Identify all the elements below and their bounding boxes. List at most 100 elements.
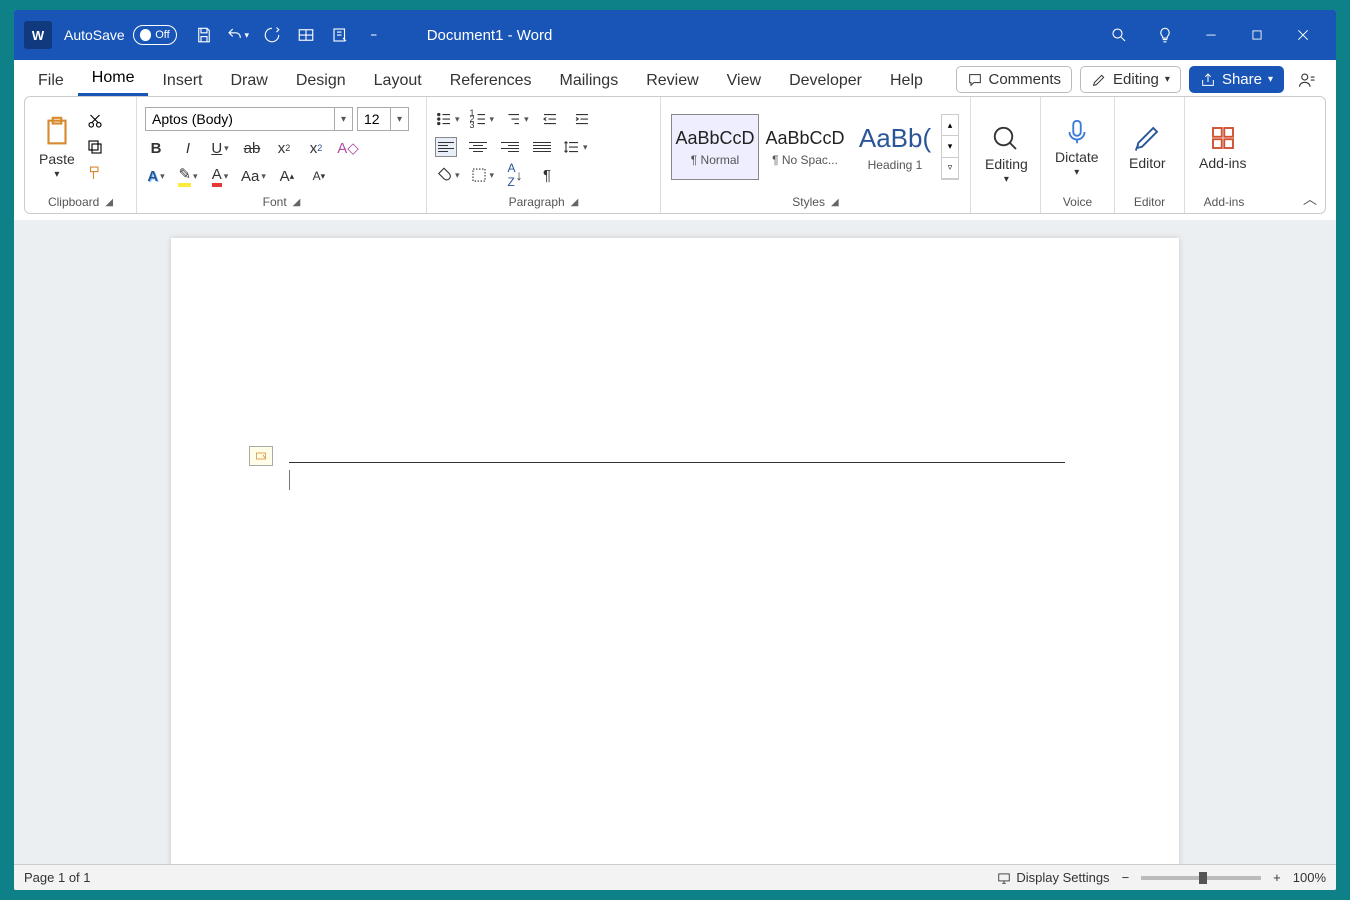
zoom-slider[interactable] [1141, 876, 1261, 880]
bold-button[interactable]: B [145, 137, 167, 159]
styles-up-icon[interactable]: ▴ [942, 115, 958, 136]
display-settings-button[interactable]: Display Settings [996, 870, 1109, 885]
autosave-control[interactable]: AutoSave Off [64, 25, 177, 45]
zoom-slider-knob[interactable] [1199, 872, 1207, 884]
tab-review[interactable]: Review [632, 66, 712, 96]
styles-launcher-icon[interactable]: ◢ [831, 197, 839, 208]
styles-gallery-scroller[interactable]: ▴▾▿ [941, 114, 959, 180]
tab-home[interactable]: Home [78, 63, 149, 96]
multilevel-list-button[interactable]: ▾ [504, 108, 529, 130]
align-left-button[interactable] [435, 136, 457, 158]
collapse-ribbon-button[interactable]: ︿ [1303, 189, 1317, 209]
tab-draw[interactable]: Draw [216, 66, 281, 96]
undo-button[interactable]: ▾ [225, 22, 251, 48]
font-launcher-icon[interactable]: ◢ [293, 197, 301, 208]
maximize-button[interactable] [1234, 10, 1280, 60]
font-name-dropdown[interactable]: ▾ [335, 107, 353, 131]
cut-button[interactable] [85, 111, 105, 131]
search-button[interactable] [1096, 10, 1142, 60]
tab-mailings[interactable]: Mailings [546, 66, 633, 96]
tab-help[interactable]: Help [876, 66, 937, 96]
clear-formatting-button[interactable]: A◇ [337, 137, 359, 159]
tab-view[interactable]: View [713, 66, 775, 96]
copy-button[interactable] [85, 137, 105, 157]
styles-more-icon[interactable]: ▿ [942, 158, 958, 179]
tab-layout[interactable]: Layout [360, 66, 436, 96]
editor-group-label: Editor [1134, 195, 1165, 209]
page-indicator[interactable]: Page 1 of 1 [24, 870, 91, 885]
minimize-button[interactable] [1188, 10, 1234, 60]
strikethrough-button[interactable]: ab [241, 137, 263, 159]
borders-button[interactable]: ▾ [470, 164, 495, 186]
style-no-spacing[interactable]: AaBbCcD¶ No Spac... [761, 114, 849, 180]
paragraph-launcher-icon[interactable]: ◢ [571, 197, 579, 208]
paste-button[interactable]: Paste ▾ [31, 111, 83, 184]
justify-button[interactable] [531, 136, 553, 158]
customize-qat-button[interactable]: ⎯ [361, 22, 387, 48]
close-button[interactable] [1280, 10, 1326, 60]
line-spacing-button[interactable]: ▾ [563, 136, 588, 158]
shrink-font-button[interactable]: A▾ [308, 165, 330, 187]
decrease-indent-button[interactable] [539, 108, 561, 130]
increase-indent-button[interactable] [571, 108, 593, 130]
underline-button[interactable]: U▾ [209, 137, 231, 159]
format-painter-button[interactable] [85, 163, 105, 183]
editing-button[interactable]: Editing▾ [977, 120, 1036, 189]
font-size-input[interactable] [357, 107, 391, 131]
table-view-button[interactable] [293, 22, 319, 48]
autosave-toggle[interactable]: Off [133, 25, 177, 45]
zoom-level[interactable]: 100% [1293, 870, 1326, 885]
dictate-label: Dictate [1055, 149, 1099, 165]
sort-button[interactable]: AZ↓ [504, 164, 526, 186]
tab-references[interactable]: References [436, 66, 546, 96]
style-normal[interactable]: AaBbCcD¶ Normal [671, 114, 759, 180]
app-window: W AutoSave Off ▾ ⎯ Document1 - Word File… [14, 10, 1336, 890]
text-effects-button[interactable]: A▾ [145, 165, 167, 187]
help-lightbulb-icon[interactable] [1142, 10, 1188, 60]
subscript-button[interactable]: x2 [273, 137, 295, 159]
comments-button[interactable]: Comments [956, 66, 1073, 93]
bullets-button[interactable]: ▾ [435, 108, 460, 130]
highlight-button[interactable]: ✎▾ [177, 165, 199, 187]
clipboard-launcher-icon[interactable]: ◢ [105, 197, 113, 208]
tab-insert[interactable]: Insert [148, 66, 216, 96]
share-button[interactable]: Share▾ [1189, 66, 1284, 93]
align-center-button[interactable] [467, 136, 489, 158]
redo-button[interactable] [259, 22, 285, 48]
italic-button[interactable]: I [177, 137, 199, 159]
editing-mode-button[interactable]: Editing▾ [1080, 66, 1181, 93]
grow-font-button[interactable]: A▴ [276, 165, 298, 187]
document-canvas[interactable] [14, 220, 1336, 864]
page[interactable] [171, 238, 1179, 864]
autosave-label: AutoSave [64, 27, 125, 43]
change-case-button[interactable]: Aa▾ [241, 165, 266, 187]
show-marks-button[interactable]: ¶ [536, 164, 558, 186]
zoom-out-button[interactable]: − [1122, 870, 1130, 885]
style-heading1[interactable]: AaBb(Heading 1 [851, 114, 939, 180]
dictate-button[interactable]: Dictate▾ [1047, 113, 1107, 182]
clipboard-group-label: Clipboard [48, 195, 99, 209]
update-button[interactable] [327, 22, 353, 48]
align-right-button[interactable] [499, 136, 521, 158]
numbering-button[interactable]: 123▾ [470, 108, 495, 130]
autosave-state: Off [155, 29, 169, 41]
editor-button[interactable]: Editor [1121, 119, 1174, 175]
addins-button[interactable]: Add-ins [1191, 119, 1254, 175]
font-color-button[interactable]: A▾ [209, 165, 231, 187]
account-button[interactable] [1292, 67, 1322, 93]
tab-design[interactable]: Design [282, 66, 360, 96]
zoom-in-button[interactable]: + [1273, 870, 1281, 885]
ribbon: Paste ▾ Clipboard ◢ ▾ ▾ B I [24, 96, 1326, 214]
save-button[interactable] [191, 22, 217, 48]
font-size-dropdown[interactable]: ▾ [391, 107, 409, 131]
tab-developer[interactable]: Developer [775, 66, 876, 96]
font-name-input[interactable] [145, 107, 335, 131]
horizontal-rule [289, 462, 1065, 463]
display-settings-label: Display Settings [1016, 870, 1109, 885]
tab-file[interactable]: File [24, 66, 78, 96]
word-logo-icon: W [24, 21, 52, 49]
styles-down-icon[interactable]: ▾ [942, 136, 958, 157]
shading-button[interactable]: ▾ [435, 164, 460, 186]
autotext-actions-icon[interactable] [249, 446, 273, 466]
superscript-button[interactable]: x2 [305, 137, 327, 159]
